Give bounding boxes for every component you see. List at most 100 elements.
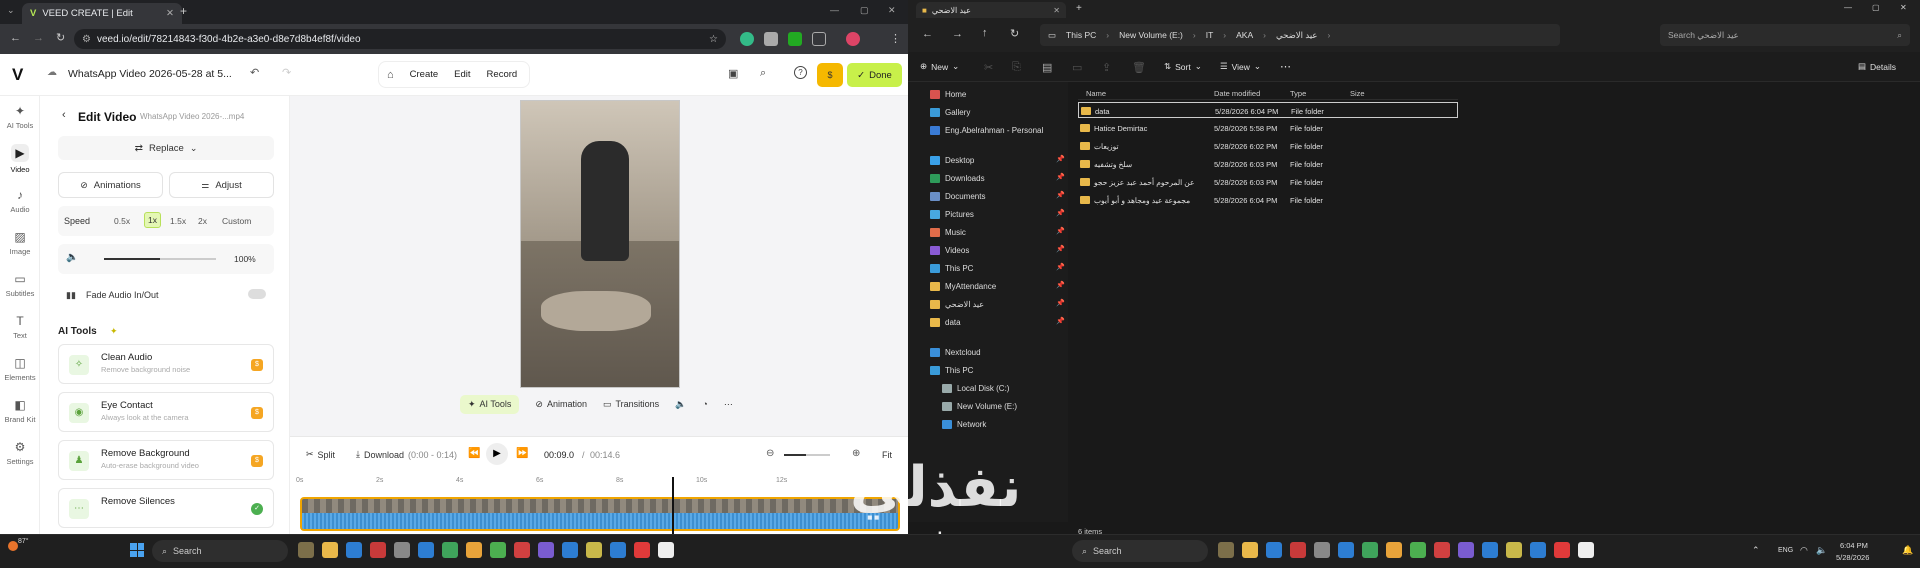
speed-2x[interactable]: 2x [198,216,207,226]
stage-ai-tools[interactable]: ✦ AI Tools [460,394,520,414]
paste-icon[interactable]: ▤ [1042,61,1052,74]
sidebar-item[interactable]: Network [942,416,986,432]
video-preview[interactable] [520,100,680,388]
file-row[interactable]: توزيعات 5/28/2026 6:02 PM File folder [1078,138,1458,154]
clock-date[interactable]: 5/28/2026 [1836,553,1869,562]
url-input[interactable]: ⚙ veed.io/edit/78214843-f30d-4b2e-a3e0-d… [74,29,726,49]
taskbar-app-icon[interactable] [418,542,434,558]
playhead[interactable] [672,477,674,534]
weather-icon[interactable] [8,541,18,551]
maximize-icon[interactable]: ▢ [860,5,869,16]
upgrade-button[interactable]: $ [817,63,843,87]
nav-subtitles[interactable]: ▭ Subtitles [0,264,40,306]
close-window-icon[interactable]: ✕ [888,5,896,16]
shield-extension-icon[interactable] [764,32,778,46]
split-button[interactable]: ✂ Split [306,449,335,460]
search-icon[interactable]: ⌕ [760,67,766,80]
pin-icon[interactable]: 📌 [1056,209,1065,217]
taskbar-app-icon[interactable] [1314,542,1330,558]
play-button[interactable]: ▶ [486,443,508,465]
file-row[interactable]: data 5/28/2026 6:04 PM File folder [1078,102,1458,118]
col-date[interactable]: Date modified [1214,89,1260,98]
language-indicator[interactable]: ENG [1778,547,1793,554]
taskbar-app-icon[interactable] [370,542,386,558]
taskbar-app-icon[interactable] [1578,542,1594,558]
taskbar-app-icon[interactable] [1506,542,1522,558]
zoom-out-icon[interactable]: ⊖ [766,448,774,459]
taskbar-app-icon[interactable] [586,542,602,558]
new-button[interactable]: ⊕ New ⌄ [920,61,959,72]
taskbar-app-icon[interactable] [514,542,530,558]
minimize-icon[interactable]: — [830,5,839,15]
file-row[interactable]: سلخ وتشفيه 5/28/2026 6:03 PM File folder [1078,156,1458,172]
browser-menu-icon[interactable]: ⋮ [890,32,901,45]
video-clip-track[interactable] [300,497,900,531]
help-icon[interactable]: ? [794,66,807,79]
maximize-icon[interactable]: ▢ [1872,3,1880,12]
speed-custom[interactable]: Custom [222,216,251,226]
sidebar-item[interactable]: Eng.Abelrahman - Personal [930,122,1043,138]
tab-menu-icon[interactable]: ⌄ [7,5,15,16]
sort-button[interactable]: ⇅ Sort ⌄ [1164,61,1202,72]
chevron-up-icon[interactable]: ⌃ [1752,545,1760,556]
ai-tool-remove-silences[interactable]: ⋯ Remove Silences ✓ [58,488,274,528]
animations-button[interactable]: ⊘ Animations [58,172,163,198]
file-row[interactable]: عن المرحوم أحمد عبد عزيز حجو 5/28/2026 6:… [1078,174,1458,190]
taskbar-search-2[interactable]: ⌕ Search [1072,540,1208,562]
sidebar-item[interactable]: Documents [930,188,985,204]
sidebar-item[interactable]: This PC [930,362,973,378]
close-window-icon[interactable]: ✕ [1900,3,1907,12]
profile-avatar[interactable] [846,32,860,46]
clock-time[interactable]: 6:04 PM [1840,541,1868,550]
pin-icon[interactable]: 📌 [1056,245,1065,253]
sidebar-item[interactable]: Home [930,86,966,102]
crumb-new-volume[interactable]: New Volume (E:) [1119,30,1183,40]
fade-toggle[interactable] [248,289,266,299]
wifi-icon[interactable]: ◠ [1800,545,1808,556]
taskbar-app-icon[interactable] [1482,542,1498,558]
speed-1.5x[interactable]: 1.5x [170,216,186,226]
done-button[interactable]: ✓ Done [847,63,902,87]
ai-tool-remove-background[interactable]: ♟ Remove Background Auto-erase backgroun… [58,440,274,480]
pin-icon[interactable]: 📌 [1056,299,1065,307]
taskbar-app-icon[interactable] [1458,542,1474,558]
sidebar-item[interactable]: عيد الاضحي [930,296,984,312]
new-tab-icon[interactable]: + [180,4,187,18]
sidebar-item[interactable]: MyAttendance [930,278,996,294]
volume-slider[interactable] [104,258,216,260]
stage-animation[interactable]: ⊘ Animation [535,399,587,410]
speaker-icon[interactable]: 🔈 [1816,545,1827,556]
close-tab-icon[interactable]: ✕ [1053,6,1060,15]
reload-icon[interactable]: ↻ [56,31,65,44]
rewind-icon[interactable]: ⏪ [468,448,480,459]
taskbar-app-icon[interactable] [1338,542,1354,558]
pin-icon[interactable]: 📌 [1056,281,1065,289]
gift-icon[interactable]: ▣ [728,67,738,80]
taskbar-app-icon[interactable] [1266,542,1282,558]
volume-icon[interactable]: 🔈 [66,252,78,263]
taskbar-app-icon[interactable] [346,542,362,558]
pin-icon[interactable]: 📌 [1056,173,1065,181]
col-name[interactable]: Name [1086,89,1106,98]
crumb-this-pc[interactable]: This PC [1066,30,1096,40]
taskbar-app-icon[interactable] [1242,542,1258,558]
taskbar-app-icon[interactable] [1410,542,1426,558]
pin-icon[interactable]: 📌 [1056,263,1065,271]
col-size[interactable]: Size [1350,89,1365,98]
taskbar-app-icon[interactable] [562,542,578,558]
col-type[interactable]: Type [1290,89,1306,98]
ai-tool-clean-audio[interactable]: ✧ Clean Audio Remove background noise $ [58,344,274,384]
menu-record[interactable]: Record [487,69,518,80]
nav-image[interactable]: ▨ Image [0,222,40,264]
more-icon[interactable]: ⋯ [724,399,733,410]
sidebar-item[interactable]: Pictures [930,206,974,222]
sidebar-item[interactable]: This PC [930,260,973,276]
pin-icon[interactable]: 📌 [1056,317,1065,325]
menu-create[interactable]: Create [410,69,439,80]
view-button[interactable]: ☰ View ⌄ [1220,61,1261,72]
nav-video[interactable]: ▶ Video [0,138,40,180]
adjust-button[interactable]: ⚌ Adjust [169,172,274,198]
delete-icon[interactable]: 🗑 [1132,61,1146,74]
forward-icon[interactable]: → [952,28,963,40]
stage-transitions[interactable]: ▭ Transitions [603,399,659,410]
